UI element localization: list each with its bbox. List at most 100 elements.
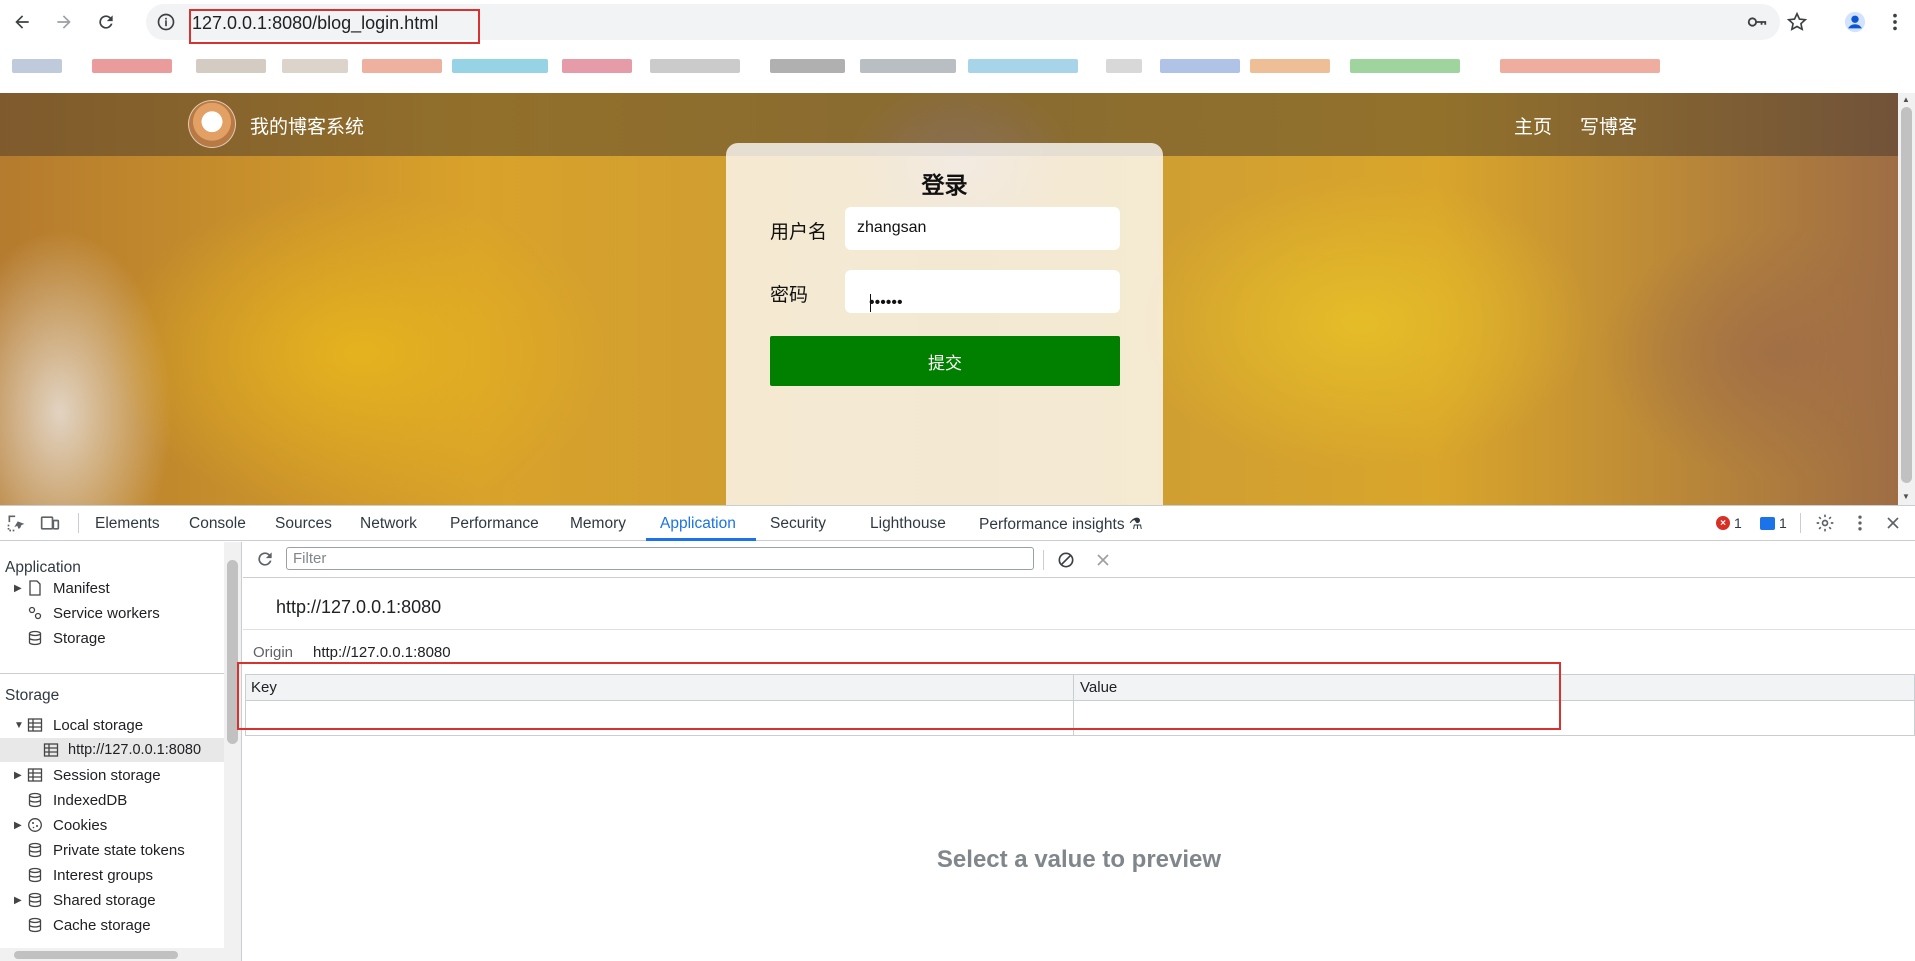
bookmark-item[interactable] [12, 59, 62, 73]
message-icon [1760, 516, 1775, 530]
error-badge[interactable]: × 1 [1716, 515, 1742, 531]
cookie-icon [28, 818, 42, 832]
sidebar-item-manifest[interactable]: ▶ Manifest [14, 576, 110, 600]
tab-performance-insights[interactable]: Performance insights ⚗ [979, 515, 1143, 534]
tab-sources[interactable]: Sources [275, 515, 332, 533]
tab-application[interactable]: Application [660, 515, 736, 533]
devtools-panel: Elements Console Sources Network Perform… [0, 505, 1915, 961]
bookmark-item[interactable] [1160, 59, 1240, 73]
browser-menu-button[interactable] [1875, 2, 1915, 42]
sidebar-item-session-storage[interactable]: ▶ Session storage [14, 763, 161, 787]
refresh-icon[interactable] [255, 549, 275, 569]
tab-divider [1800, 513, 1801, 533]
scroll-down-icon[interactable]: ▼ [1902, 492, 1910, 501]
tab-lighthouse[interactable]: Lighthouse [870, 515, 946, 533]
nav-link-home[interactable]: 主页 [1514, 112, 1552, 139]
bookmark-item[interactable] [770, 59, 845, 73]
document-icon [29, 580, 41, 596]
bookmark-star-button[interactable] [1777, 2, 1817, 42]
sidebar-item-cookies[interactable]: ▶ Cookies [14, 813, 107, 837]
bookmark-item[interactable] [1350, 59, 1460, 73]
bookmark-item[interactable] [282, 59, 348, 73]
tab-memory[interactable]: Memory [570, 515, 626, 533]
storage-filter-bar: Filter [243, 542, 1915, 578]
reload-button[interactable] [86, 2, 126, 42]
sidebar-item-storage-overview[interactable]: Storage [14, 626, 106, 650]
submit-button[interactable]: 提交 [770, 336, 1120, 386]
tab-elements[interactable]: Elements [95, 515, 160, 533]
sidebar-item-service-workers[interactable]: Service workers [14, 601, 160, 625]
forward-button[interactable] [44, 2, 84, 42]
nav-link-write-blog[interactable]: 写博客 [1580, 112, 1637, 139]
tab-security[interactable]: Security [770, 515, 826, 533]
collapse-arrow-icon[interactable]: ▼ [14, 720, 26, 731]
bookmark-item[interactable] [362, 59, 442, 73]
local-storage-view: Filter http://127.0.0.1:8080 Origin http… [243, 542, 1915, 961]
page-viewport: 我的博客系统 主页 写博客 登录 用户名 zhangsan 密码 •••••• … [0, 93, 1915, 505]
sidebar-item-shared-storage[interactable]: ▶ Shared storage [14, 888, 156, 912]
sidebar-item-local-storage[interactable]: ▼ Local storage [14, 713, 143, 737]
browser-right-icons [1737, 0, 1915, 44]
expand-arrow-icon[interactable]: ▶ [14, 895, 26, 906]
sidebar-item-indexeddb[interactable]: IndexedDB [14, 788, 127, 812]
arrow-left-icon [15, 15, 29, 29]
tab-divider [78, 513, 79, 533]
bookmark-item[interactable] [650, 59, 740, 73]
expand-arrow-icon[interactable]: ▶ [14, 583, 26, 594]
profile-button[interactable] [1835, 2, 1875, 42]
sidebar-section-storage: Storage [5, 687, 60, 704]
page-scrollbar-thumb[interactable] [1901, 107, 1912, 483]
bookmark-item[interactable] [860, 59, 956, 73]
reload-icon [99, 15, 113, 29]
device-toolbar-icon[interactable] [40, 513, 60, 533]
bookmark-item[interactable] [1500, 59, 1660, 73]
tab-console[interactable]: Console [189, 515, 246, 533]
settings-gear-icon[interactable] [1815, 513, 1835, 533]
username-label: 用户名 [770, 222, 828, 243]
bookmark-item[interactable] [1250, 59, 1330, 73]
sidebar-item-interest-groups[interactable]: Interest groups [14, 863, 153, 887]
close-devtools-icon[interactable] [1883, 513, 1903, 533]
tab-network[interactable]: Network [360, 515, 417, 533]
inspect-element-icon[interactable] [6, 513, 26, 533]
database-icon [28, 867, 42, 883]
filter-input[interactable]: Filter [286, 547, 1034, 570]
database-icon [28, 892, 42, 908]
gears-icon [28, 606, 42, 620]
devtools-menu-icon[interactable] [1850, 513, 1870, 533]
bookmark-item[interactable] [92, 59, 172, 73]
password-input[interactable]: •••••• [845, 270, 1120, 313]
sidebar-item-local-storage-origin[interactable]: http://127.0.0.1:8080 [30, 738, 201, 762]
back-button[interactable] [2, 2, 42, 42]
bookmark-item[interactable] [196, 59, 266, 73]
password-key-button[interactable] [1737, 2, 1777, 42]
sidebar-item-cache-storage[interactable]: Cache storage [14, 913, 151, 937]
tab-performance[interactable]: Performance [450, 515, 539, 533]
sidebar-hscroll-thumb[interactable] [14, 951, 178, 959]
preview-placeholder: Select a value to preview [936, 846, 1222, 873]
bookmark-item[interactable] [968, 59, 1078, 73]
scroll-up-icon[interactable]: ▲ [1902, 95, 1910, 104]
application-sidebar: Application ▶ Manifest Service workers S… [0, 542, 242, 961]
kebab-menu-icon [1893, 13, 1897, 31]
message-badge[interactable]: 1 [1760, 515, 1787, 531]
bookmark-item[interactable] [562, 59, 632, 73]
username-input[interactable]: zhangsan [845, 207, 1120, 250]
expand-arrow-icon[interactable]: ▶ [14, 820, 26, 831]
origin-value: http://127.0.0.1:8080 [313, 644, 451, 661]
database-icon [28, 842, 42, 858]
expand-arrow-icon[interactable]: ▶ [14, 770, 26, 781]
page-scrollbar[interactable]: ▲ ▼ [1898, 93, 1915, 505]
info-icon[interactable] [156, 12, 176, 32]
site-avatar [188, 100, 236, 148]
delete-selected-icon[interactable] [1093, 550, 1113, 570]
sidebar-horizontal-scrollbar[interactable] [0, 948, 224, 961]
sidebar-item-private-state-tokens[interactable]: Private state tokens [14, 838, 185, 862]
devtools-tab-bar: Elements Console Sources Network Perform… [0, 506, 1915, 541]
login-card: 登录 用户名 zhangsan 密码 •••••• 提交 [726, 143, 1163, 505]
clear-all-icon[interactable] [1056, 550, 1076, 570]
error-icon: × [1716, 516, 1730, 530]
bookmark-item[interactable] [1106, 59, 1142, 73]
bookmark-item[interactable] [452, 59, 548, 73]
sidebar-scrollbar[interactable] [224, 542, 241, 961]
